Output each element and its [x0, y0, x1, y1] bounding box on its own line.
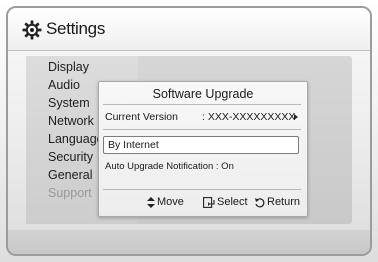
current-version-label: Current Version	[105, 111, 178, 123]
by-internet-option[interactable]: By Internet	[103, 136, 299, 154]
gear-icon	[22, 20, 42, 40]
select-label: Select	[217, 196, 248, 208]
menu-item-network[interactable]: Network	[48, 114, 94, 128]
menu-item-support: Support	[48, 186, 92, 200]
updown-arrows-icon	[147, 196, 155, 208]
return-label: Return	[267, 196, 301, 208]
menu-item-general[interactable]: General	[48, 168, 92, 182]
auto-upgrade-option[interactable]: Auto Upgrade Notification : On	[105, 161, 234, 172]
divider	[103, 104, 301, 105]
return-icon	[255, 197, 265, 207]
return-hint: Return	[254, 196, 300, 208]
divider	[103, 129, 301, 130]
menu-item-security[interactable]: Security	[48, 150, 93, 164]
menu-item-audio[interactable]: Audio	[48, 78, 80, 92]
enter-icon	[203, 196, 215, 208]
arrow-right-icon	[294, 114, 298, 120]
by-internet-label: By Internet	[108, 139, 159, 151]
move-hint: Move	[147, 196, 184, 208]
auto-upgrade-label: Auto Upgrade Notification	[105, 161, 214, 172]
settings-window: Settings Display Audio System Network La…	[6, 6, 372, 256]
menu-item-display[interactable]: Display	[48, 60, 89, 74]
select-hint: Select	[203, 196, 248, 208]
divider	[103, 189, 301, 190]
dialog-title: Software Upgrade	[152, 87, 254, 101]
auto-upgrade-value: : On	[215, 161, 234, 172]
software-upgrade-dialog: Software Upgrade Current Version : XXX-X…	[98, 81, 308, 217]
menu-item-system[interactable]: System	[48, 96, 90, 110]
menu-item-language[interactable]: Language	[48, 132, 104, 146]
bottom-band	[8, 230, 370, 254]
move-label: Move	[157, 196, 184, 208]
tv-screen: Settings Display Audio System Network La…	[0, 0, 378, 262]
current-version-value: : XXX-XXXXXXXXX	[202, 111, 296, 123]
page-title: Settings	[46, 19, 106, 38]
title-bar: Settings	[8, 8, 370, 51]
